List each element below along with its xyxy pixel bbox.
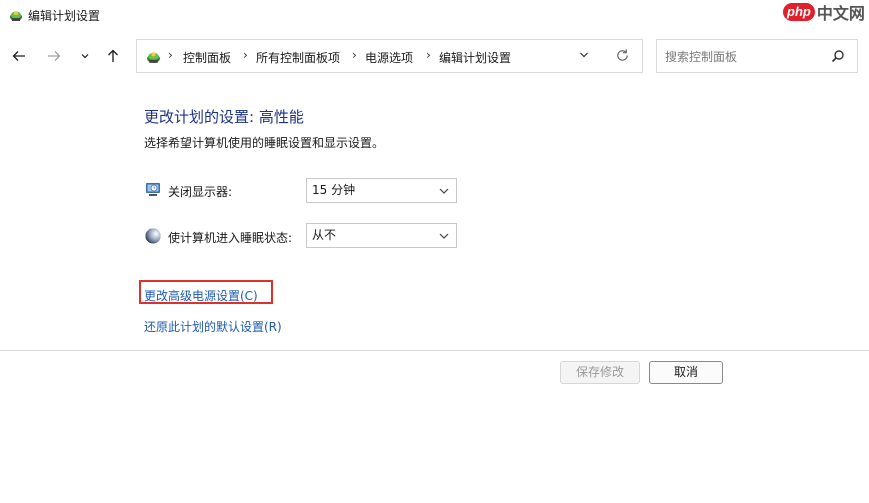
power-options-icon — [10, 11, 22, 21]
display-off-value: 15 分钟 — [312, 183, 356, 197]
up-button[interactable] — [103, 46, 123, 66]
display-off-select[interactable]: 15 分钟 — [306, 178, 457, 203]
sleep-label: 使计算机进入睡眠状态: — [168, 231, 293, 245]
breadcrumb-separator: › — [168, 48, 173, 62]
cancel-button[interactable]: 取消 — [649, 361, 723, 384]
chevron-down-icon — [580, 52, 588, 58]
watermark-php: php — [783, 3, 815, 21]
chevron-down-icon — [81, 54, 89, 59]
breadcrumb-separator[interactable]: › — [352, 48, 357, 62]
title-bar: 编辑计划设置 php 中文网 — [0, 0, 869, 30]
window-title: 编辑计划设置 — [28, 9, 101, 23]
refresh-icon — [617, 49, 628, 61]
search-box — [656, 39, 858, 73]
back-button[interactable] — [9, 46, 29, 66]
search-input[interactable] — [665, 48, 825, 66]
restore-defaults-link[interactable]: 还原此计划的默认设置(R) — [144, 318, 282, 335]
highlight-annotation — [139, 280, 273, 304]
arrow-right-icon — [48, 51, 61, 61]
breadcrumb-all-items[interactable]: 所有控制面板项 — [256, 49, 340, 66]
page-title: 更改计划的设置: 高性能 — [144, 108, 304, 126]
control-panel-icon — [147, 52, 160, 63]
address-bar[interactable]: › 控制面板 › 所有控制面板项 › 电源选项 › 编辑计划设置 — [136, 39, 643, 73]
moon-icon — [145, 228, 161, 244]
breadcrumb-power-options[interactable]: 电源选项 — [365, 49, 413, 66]
refresh-button[interactable] — [615, 48, 630, 67]
search-icon[interactable] — [831, 49, 845, 63]
chevron-down-icon — [439, 188, 449, 194]
breadcrumb-control-panel[interactable]: 控制面板 — [183, 49, 231, 66]
breadcrumb-separator[interactable]: › — [243, 48, 248, 62]
display-off-label: 关闭显示器: — [168, 185, 233, 199]
watermark-cn: 中文网 — [816, 4, 865, 23]
divider — [0, 350, 869, 351]
arrow-left-icon — [12, 51, 25, 61]
recent-locations-button[interactable] — [75, 46, 95, 66]
sleep-value: 从不 — [312, 228, 337, 242]
watermark-logo: php 中文网 — [783, 0, 865, 24]
page-subtitle: 选择希望计算机使用的睡眠设置和显示设置。 — [144, 136, 385, 150]
monitor-icon — [146, 183, 160, 196]
arrow-up-icon — [108, 49, 118, 62]
forward-button[interactable] — [44, 46, 64, 66]
breadcrumb-separator[interactable]: › — [426, 48, 431, 62]
breadcrumb-edit-plan[interactable]: 编辑计划设置 — [439, 49, 511, 66]
sleep-select[interactable]: 从不 — [306, 223, 457, 248]
save-button[interactable]: 保存修改 — [560, 361, 640, 384]
address-dropdown-button[interactable] — [578, 49, 590, 64]
chevron-down-icon — [439, 233, 449, 239]
